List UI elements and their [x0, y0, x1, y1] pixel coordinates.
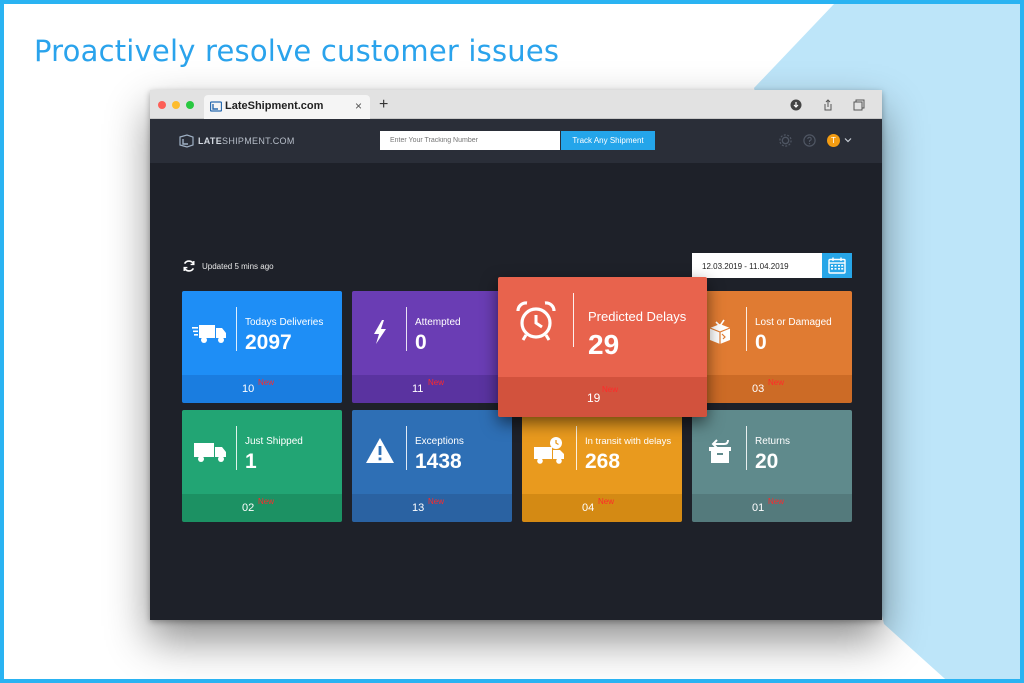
card-divider: [236, 307, 237, 351]
card-exceptions[interactable]: Exceptions 1438 13 New: [352, 410, 512, 522]
card-label: Todays Deliveries: [245, 317, 324, 328]
card-value: 2097: [245, 331, 292, 354]
card-new-count: 04: [582, 502, 595, 514]
minimize-window-button[interactable]: [172, 101, 180, 109]
site-favicon-icon: [210, 101, 222, 112]
alarm-clock-icon: [516, 301, 556, 341]
card-value: 268: [585, 450, 621, 473]
card-label: In transit with delays: [585, 436, 672, 447]
download-icon[interactable]: [790, 99, 802, 111]
new-badge: New: [428, 378, 445, 387]
new-badge: New: [258, 378, 275, 387]
calendar-icon: [828, 257, 846, 274]
chevron-down-icon[interactable]: [844, 136, 852, 144]
card-just-shipped[interactable]: Just Shipped 1 02 New: [182, 410, 342, 522]
browser-window: LateShipment.com × + LATESHIPMENT.COM En…: [150, 90, 882, 620]
card-divider: [746, 307, 747, 351]
card-label: Lost or Damaged: [755, 317, 832, 328]
card-value: 1438: [415, 450, 462, 473]
delivery-truck-icon: [194, 443, 226, 462]
browser-tab[interactable]: LateShipment.com ×: [204, 95, 370, 119]
new-badge: New: [428, 497, 445, 506]
card-new-count: 10: [242, 383, 255, 395]
track-shipment-button[interactable]: Track Any Shipment: [561, 131, 655, 150]
browser-toolbar: LateShipment.com × +: [150, 90, 882, 119]
updated-label: Updated 5 mins ago: [202, 262, 274, 271]
refresh-icon[interactable]: [182, 259, 196, 273]
new-badge: New: [768, 378, 785, 387]
tab-title: LateShipment.com: [225, 100, 324, 112]
card-new-count: 03: [752, 383, 765, 395]
card-label: Exceptions: [415, 436, 464, 447]
card-lost-or-damaged[interactable]: Lost or Damaged 0 03 New: [692, 291, 852, 403]
share-icon[interactable]: [822, 99, 834, 111]
tracking-number-input[interactable]: [380, 131, 560, 150]
card-divider: [573, 293, 574, 347]
calendar-button[interactable]: [822, 253, 852, 278]
card-returns[interactable]: Returns 20 01 New: [692, 410, 852, 522]
card-divider: [746, 426, 747, 470]
card-label: Returns: [755, 436, 791, 447]
help-icon[interactable]: [803, 134, 816, 147]
page-headline: Proactively resolve customer issues: [34, 34, 560, 68]
card-label: Just Shipped: [245, 436, 303, 447]
slide-frame: Proactively resolve customer issues Late…: [0, 0, 1024, 683]
truck-clock-icon: [534, 437, 564, 464]
card-predicted-delays[interactable]: Predicted Delays 29 19 New: [498, 277, 707, 417]
card-new-count: 02: [242, 502, 255, 514]
new-badge: New: [258, 497, 275, 506]
card-footer: [498, 377, 707, 417]
card-value: 0: [415, 331, 427, 354]
card-new-count: 13: [412, 502, 425, 514]
card-divider: [576, 426, 577, 470]
new-badge: New: [598, 497, 615, 506]
new-badge: New: [602, 385, 619, 394]
maximize-window-button[interactable]: [186, 101, 194, 109]
card-todays-deliveries[interactable]: Todays Deliveries 2097 10 New: [182, 291, 342, 403]
card-new-count: 01: [752, 502, 765, 514]
card-label: Predicted Delays: [588, 309, 687, 324]
card-divider: [406, 426, 407, 470]
card-label: Attempted: [415, 317, 461, 328]
card-value: 0: [755, 331, 767, 354]
app-header: LATESHIPMENT.COM Track Any Shipment T: [150, 119, 882, 163]
card-divider: [406, 307, 407, 351]
card-attempted[interactable]: Attempted 0 11 New: [352, 291, 512, 403]
damaged-box-icon: [709, 319, 731, 344]
lateshipment-logo-icon: [179, 134, 194, 148]
card-new-count: 19: [587, 391, 601, 405]
card-in-transit-with-delays[interactable]: In transit with delays 268 04 New: [522, 410, 682, 522]
lightning-bolt-icon: [374, 320, 386, 344]
gear-icon[interactable]: [779, 134, 792, 147]
date-range-field[interactable]: 12.03.2019 - 11.04.2019: [692, 253, 822, 278]
card-value: 1: [245, 450, 257, 473]
new-badge: New: [768, 497, 785, 506]
card-new-count: 11: [412, 383, 424, 395]
warning-triangle-icon: [366, 438, 394, 463]
return-box-icon: [709, 439, 731, 463]
card-value: 29: [588, 329, 620, 360]
card-divider: [236, 426, 237, 470]
new-tab-button[interactable]: +: [379, 96, 388, 114]
brand-logo-text[interactable]: LATESHIPMENT.COM: [198, 136, 295, 146]
tab-close-icon[interactable]: ×: [355, 99, 362, 113]
user-avatar[interactable]: T: [827, 134, 840, 147]
fast-delivery-truck-icon: [192, 325, 226, 343]
tabs-overview-icon[interactable]: [853, 99, 865, 111]
card-value: 20: [755, 450, 779, 473]
close-window-button[interactable]: [158, 101, 166, 109]
